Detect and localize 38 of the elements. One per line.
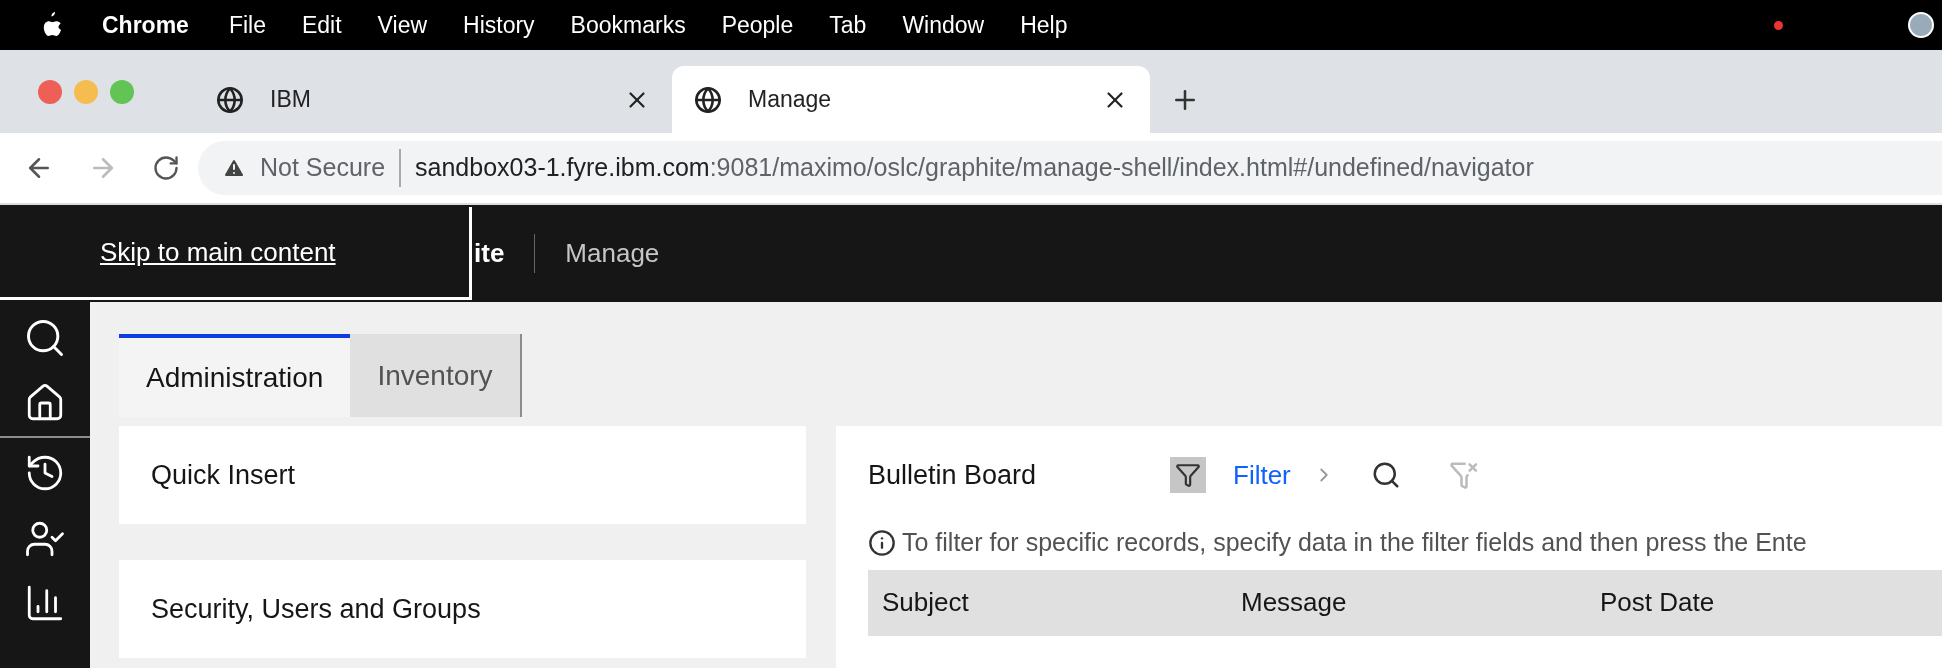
menu-item[interactable]: Bookmarks: [570, 7, 686, 43]
reload-icon[interactable]: [152, 154, 180, 182]
menu-item[interactable]: People: [721, 7, 794, 43]
globe-icon: [216, 85, 244, 114]
browser-tab[interactable]: Manage: [672, 66, 1150, 133]
tab-title: Manage: [748, 85, 833, 115]
app-name: Manage: [564, 237, 660, 270]
info-text: To filter for specific records, specify data in the filter fields and then press the Ente: [902, 527, 1807, 558]
filter-icon[interactable]: [1170, 457, 1206, 493]
tab[interactable]: Administration: [119, 334, 351, 417]
recording-indicator-icon: [1774, 20, 1783, 30]
column-header[interactable]: Subject: [868, 583, 1227, 622]
column-header[interactable]: Message: [1227, 583, 1586, 622]
close-window-icon[interactable]: [38, 79, 62, 104]
info-icon: [868, 528, 896, 557]
menu-item[interactable]: Help: [1020, 7, 1068, 43]
menu-item[interactable]: Edit: [301, 7, 342, 43]
browser-tab[interactable]: IBM: [194, 66, 672, 133]
filter-link[interactable]: Filter: [1233, 455, 1291, 495]
security-label: Not Secure: [260, 149, 402, 187]
skip-link[interactable]: Skip to main content: [0, 207, 472, 300]
menu-item[interactable]: Tab: [829, 7, 867, 43]
app-menu[interactable]: Chrome: [102, 7, 189, 43]
globe-icon: [694, 85, 722, 114]
menu-card[interactable]: Security, Users and Groups: [119, 560, 806, 658]
tab[interactable]: Inventory: [350, 334, 522, 417]
menu-item[interactable]: File: [228, 7, 266, 43]
account-icon[interactable]: [1908, 12, 1934, 38]
menu-item[interactable]: View: [377, 7, 428, 43]
column-header[interactable]: Post Date: [1586, 583, 1942, 622]
product-name: ite: [472, 234, 536, 273]
panel-title: Bulletin Board: [868, 458, 1038, 492]
tab-title: IBM: [270, 85, 312, 115]
menu-item[interactable]: History: [463, 7, 535, 43]
menu-item[interactable]: Window: [902, 7, 985, 43]
address-field[interactable]: Not Secure sandbox03-1.fyre.ibm.com:9081/maximo/oslc/graphite/manage-shell/index.html#/undefined/navigator: [198, 141, 1942, 195]
menu-card[interactable]: Quick Insert: [119, 426, 806, 524]
url-text: sandbox03-1.fyre.ibm.com:9081/maximo/oslc/graphite/manage-shell/index.html#/undefined/navigator: [414, 152, 1534, 184]
